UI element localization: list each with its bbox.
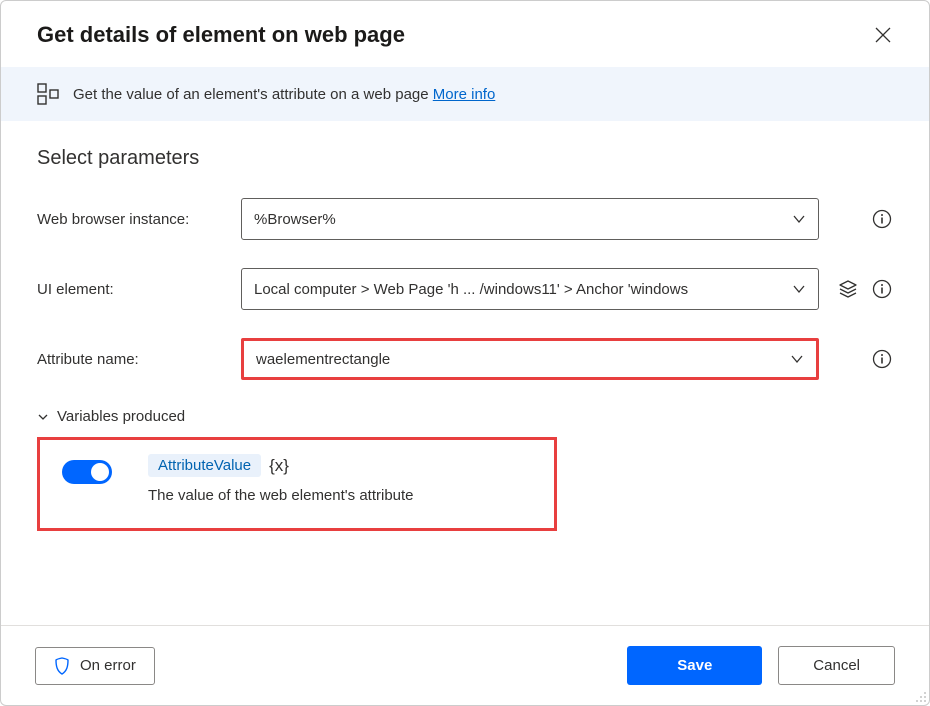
info-text: Get the value of an element's attribute … [73, 86, 433, 103]
element-label: UI element: [37, 281, 227, 298]
element-control: Local computer > Web Page 'h ... /window… [241, 268, 819, 310]
element-info-button[interactable] [871, 278, 893, 300]
variables-section: Variables produced AttributeValue {x} Th… [37, 408, 893, 531]
dialog-title: Get details of element on web page [37, 22, 405, 48]
info-text-container: Get the value of an element's attribute … [73, 86, 495, 103]
browser-control: %Browser% [241, 198, 819, 240]
more-info-link[interactable]: More info [433, 86, 496, 103]
dialog-header: Get details of element on web page [1, 1, 929, 67]
element-value: Local computer > Web Page 'h ... /window… [254, 281, 784, 298]
attribute-info-button[interactable] [871, 348, 893, 370]
section-title: Select parameters [37, 147, 893, 170]
on-error-button[interactable]: On error [35, 647, 155, 685]
grid-icon [37, 83, 59, 105]
browser-select[interactable]: %Browser% [241, 198, 819, 240]
info-icon [872, 349, 892, 369]
cancel-button[interactable]: Cancel [778, 646, 895, 685]
info-bar: Get the value of an element's attribute … [1, 67, 929, 121]
attribute-select[interactable]: waelementrectangle [241, 338, 819, 380]
chevron-down-icon [37, 411, 49, 423]
variables-content: AttributeValue {x} The value of the web … [37, 437, 557, 531]
variable-chip-row: AttributeValue {x} [148, 454, 536, 477]
element-select[interactable]: Local computer > Web Page 'h ... /window… [241, 268, 819, 310]
variable-symbol: {x} [269, 456, 289, 476]
element-picker-button[interactable] [837, 278, 859, 300]
resize-grip-icon[interactable] [913, 689, 927, 703]
footer-right: Save Cancel [627, 646, 895, 685]
close-button[interactable] [867, 19, 899, 51]
variables-header[interactable]: Variables produced [37, 408, 893, 425]
dialog-footer: On error Save Cancel [1, 625, 929, 705]
attribute-label: Attribute name: [37, 351, 227, 368]
info-icon [872, 279, 892, 299]
browser-info-button[interactable] [871, 208, 893, 230]
variable-chip[interactable]: AttributeValue [148, 454, 261, 477]
attribute-value: waelementrectangle [256, 351, 782, 368]
dialog-body: Select parameters Web browser instance: … [1, 121, 929, 625]
variables-header-label: Variables produced [57, 408, 185, 425]
browser-label: Web browser instance: [37, 211, 227, 228]
dialog: Get details of element on web page Get t… [0, 0, 930, 706]
layers-icon [838, 279, 858, 299]
variable-description: The value of the web element's attribute [148, 487, 536, 504]
browser-value: %Browser% [254, 211, 784, 228]
attribute-control: waelementrectangle [241, 338, 819, 380]
variable-toggle[interactable] [62, 460, 112, 484]
variable-details: AttributeValue {x} The value of the web … [148, 454, 536, 504]
param-row-attribute: Attribute name: waelementrectangle [37, 338, 893, 380]
param-row-browser: Web browser instance: %Browser% [37, 198, 893, 240]
info-icon [872, 209, 892, 229]
close-icon [875, 27, 891, 43]
save-button[interactable]: Save [627, 646, 762, 685]
shield-icon [54, 657, 70, 675]
param-row-element: UI element: Local computer > Web Page 'h… [37, 268, 893, 310]
chevron-down-icon [792, 282, 806, 296]
chevron-down-icon [792, 212, 806, 226]
chevron-down-icon [790, 352, 804, 366]
on-error-label: On error [80, 657, 136, 674]
